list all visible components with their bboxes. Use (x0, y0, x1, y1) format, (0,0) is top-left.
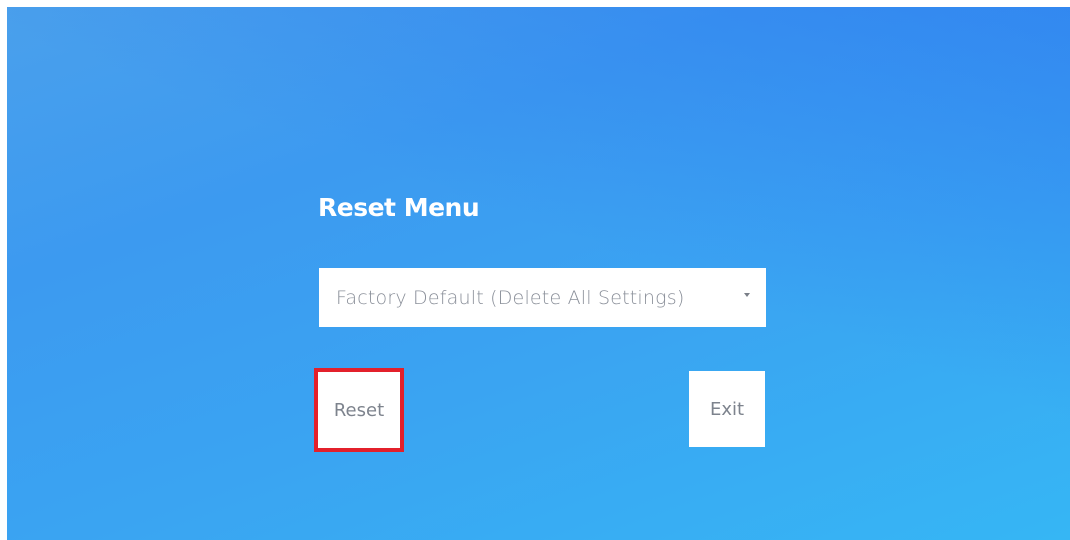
reset-option-dropdown[interactable]: Factory Default (Delete All Settings) (319, 268, 766, 327)
chevron-down-icon (744, 293, 750, 297)
page-title: Reset Menu (318, 193, 480, 222)
dropdown-selected-value: Factory Default (Delete All Settings) (336, 286, 685, 309)
reset-button[interactable]: Reset (314, 368, 404, 452)
exit-button-label: Exit (709, 398, 745, 420)
exit-button[interactable]: Exit (689, 371, 765, 447)
reset-menu-screen: Reset Menu Factory Default (Delete All S… (7, 7, 1070, 540)
reset-button-label: Reset (333, 399, 385, 421)
